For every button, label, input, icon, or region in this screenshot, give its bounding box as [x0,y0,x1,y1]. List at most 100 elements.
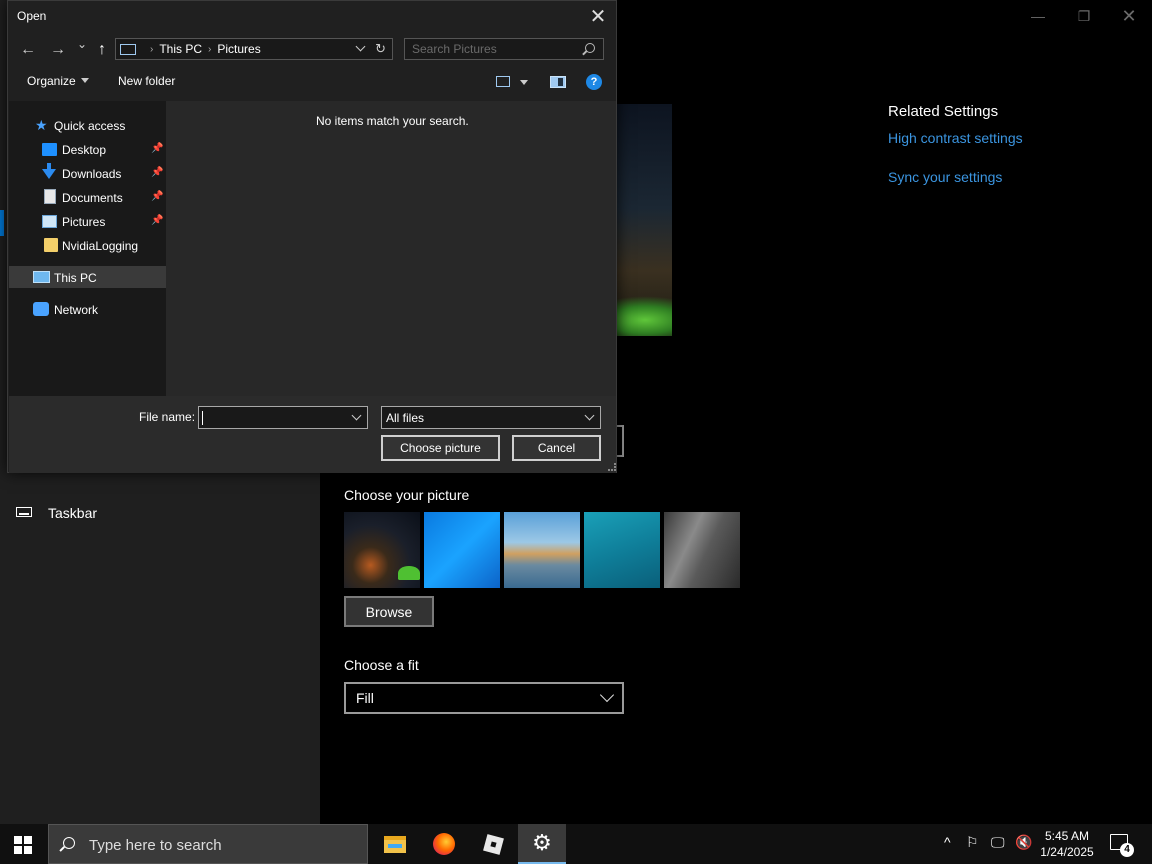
dialog-title: Open [17,9,47,23]
forward-button[interactable]: → [48,41,68,59]
picture-thumbnails [344,512,740,588]
back-button[interactable]: ← [18,41,38,59]
recent-locations-button[interactable]: ⌄ [72,37,92,51]
choose-fit-title: Choose a fit [344,657,419,673]
breadcrumb-this-pc[interactable]: This PC [159,42,202,56]
tree-item-label: Network [54,303,99,317]
tree-item-label: Documents [62,191,123,205]
tree-item-documents[interactable]: Documents 📌 [9,186,166,208]
breadcrumb-separator: › [150,43,154,55]
up-button[interactable]: ↑ [92,41,112,59]
tree-item-pictures[interactable]: Pictures 📌 [9,210,166,232]
clock-time: 5:45 AM [1044,829,1090,843]
tree-item-network[interactable]: Network [9,298,166,320]
organize-menu-button[interactable]: Organize [27,74,89,88]
pin-icon: 📌 [151,143,164,154]
search-placeholder: Search Pictures [412,42,497,56]
pin-icon: 📌 [151,191,164,202]
tree-item-quick-access[interactable]: ★ Quick access [9,114,166,136]
computer-icon [120,43,136,55]
thumbnail-night-sky-tent[interactable] [344,512,420,588]
cancel-button[interactable]: Cancel [512,435,601,461]
close-button[interactable]: ✕ [1106,6,1152,26]
taskbar-app-settings[interactable]: ⚙ [518,824,566,864]
tree-item-this-pc[interactable]: This PC [9,266,166,288]
chevron-down-icon[interactable] [351,410,362,421]
breadcrumb-separator: › [208,43,212,55]
network-icon [33,302,49,316]
thumbnail-rock-cliff[interactable] [664,512,740,588]
taskbar-clock[interactable]: 5:45 AM 1/24/2025 [1036,828,1098,860]
clock-date: 1/24/2025 [1040,845,1094,859]
taskbar-search-box[interactable]: Type here to search [48,824,368,864]
browse-button[interactable]: Browse [344,596,434,627]
pictures-folder-icon [42,215,57,228]
refresh-icon[interactable]: ↻ [375,41,386,57]
gear-icon: ⚙ [532,830,552,855]
taskbar-icon [16,507,32,517]
chevron-down-icon [599,687,615,703]
network-tray-icon[interactable]: 🖵 [991,834,1005,851]
fit-dropdown-value: Fill [356,690,374,706]
tree-item-desktop[interactable]: Desktop 📌 [9,138,166,160]
taskbar-app-file-explorer[interactable] [371,824,419,864]
taskbar-app-firefox[interactable] [420,824,468,864]
organize-label: Organize [27,74,76,88]
search-input[interactable]: Search Pictures [404,38,604,60]
pin-icon: 📌 [151,215,164,226]
high-contrast-settings-link[interactable]: High contrast settings [888,130,1023,146]
address-bar[interactable]: › This PC › Pictures ↻ [115,38,393,60]
star-icon: ★ [35,117,48,133]
maximize-button[interactable]: ❐ [1061,6,1107,26]
file-type-dropdown[interactable]: All files [381,406,601,429]
pin-icon: 📌 [151,167,164,178]
nav-item-label: Taskbar [48,505,98,521]
thumbnail-windows-blue[interactable] [424,512,500,588]
caret-down-icon [80,78,89,83]
choose-picture-button[interactable]: Choose picture [381,435,500,461]
tree-item-label: Pictures [62,215,106,229]
tree-item-nvidialogging[interactable]: NvidiaLogging [9,234,166,256]
thumbnail-underwater-swimmer[interactable] [584,512,660,588]
file-name-label: File name: [139,410,196,424]
change-view-icon[interactable] [496,76,510,87]
taskbar-app-roblox[interactable] [469,824,517,864]
volume-muted-icon[interactable]: 🔇 [1015,834,1032,851]
choose-picture-title: Choose your picture [344,487,470,503]
download-arrow-icon [42,163,56,179]
taskbar: Type here to search ⚙ ^ ⚐ 🖵 🔇 5:45 AM 1/… [0,824,1152,864]
minimize-button[interactable]: — [1015,6,1061,26]
file-name-input[interactable] [198,406,368,429]
search-icon [585,43,595,53]
open-file-dialog: Open ✕ ← → ⌄ ↑ › This PC › Pictures ↻ Se… [7,0,617,473]
tree-item-downloads[interactable]: Downloads 📌 [9,162,166,184]
nav-item-taskbar[interactable]: Taskbar [0,498,320,528]
folder-icon [44,238,58,252]
file-list-pane[interactable] [166,101,616,396]
tree-item-label: Desktop [62,143,107,157]
view-options-caret-icon[interactable] [520,80,528,85]
help-icon[interactable]: ? [586,74,602,90]
resize-grip-icon[interactable] [608,463,616,471]
new-folder-button[interactable]: New folder [118,74,175,88]
navigation-pane: ★ Quick access Desktop 📌 Downloads 📌 Doc… [9,101,166,396]
computer-icon [33,271,50,283]
notification-count-badge: 4 [1120,843,1134,857]
address-history-dropdown-icon[interactable] [355,41,366,52]
dialog-close-button[interactable]: ✕ [588,4,608,29]
fit-dropdown[interactable]: Fill [344,682,624,714]
sync-settings-link[interactable]: Sync your settings [888,169,1002,185]
preview-pane-icon[interactable] [550,76,566,88]
tree-item-label: Downloads [62,167,122,181]
thumbnail-beach-rocks[interactable] [504,512,580,588]
windows-start-icon[interactable] [14,836,32,854]
tree-item-label: Quick access [54,119,126,133]
show-hidden-icons-chevron[interactable]: ^ [944,834,951,850]
roblox-icon [482,833,504,855]
document-icon [44,189,56,204]
breadcrumb-pictures[interactable]: Pictures [217,42,260,56]
security-tray-icon[interactable]: ⚐ [966,834,979,851]
file-type-value: All files [386,410,425,425]
firefox-icon [433,833,455,855]
taskbar-search-placeholder: Type here to search [89,837,222,854]
